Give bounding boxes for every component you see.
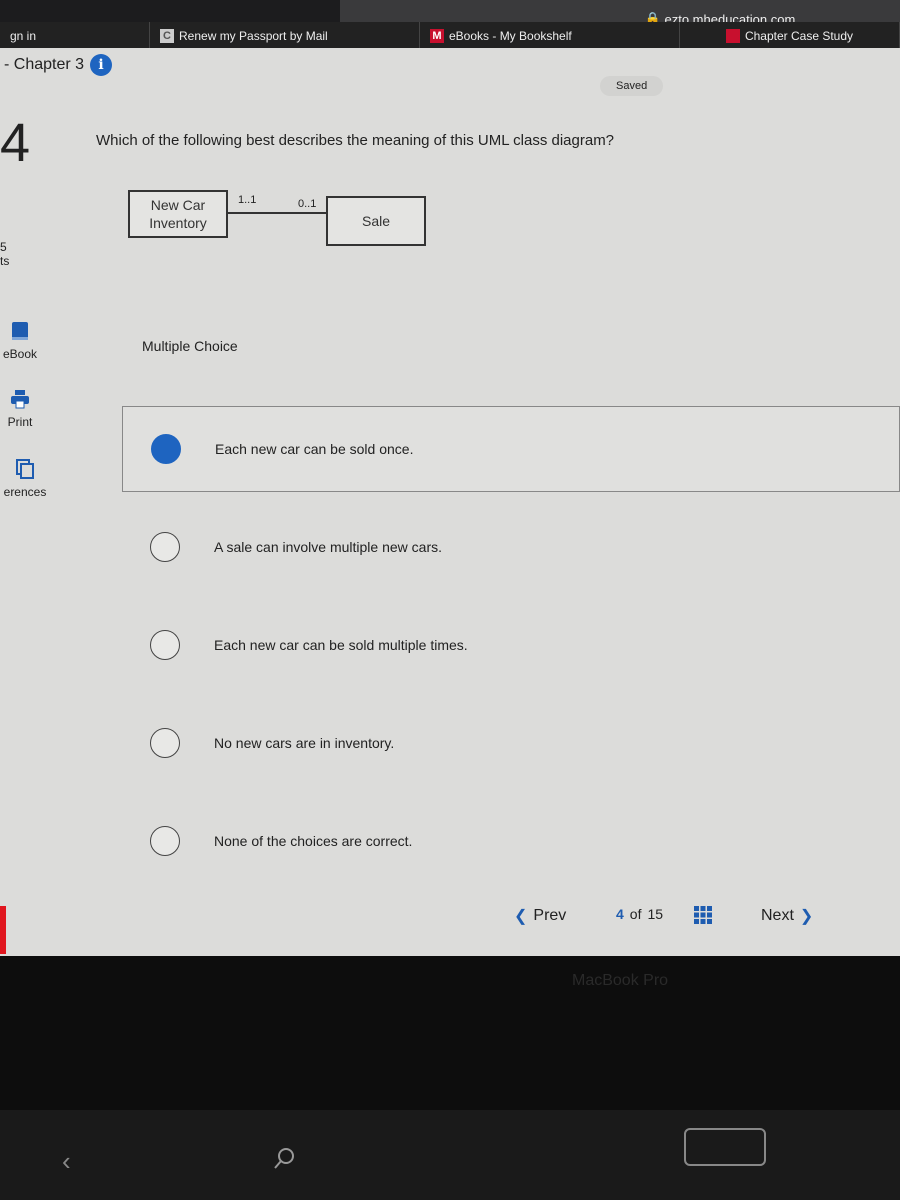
chapter-label: - Chapter 3 bbox=[4, 56, 85, 73]
association-line bbox=[228, 212, 328, 214]
bookmark-ebooks[interactable]: MeBooks - My Bookshelf bbox=[420, 22, 680, 50]
touchbar-back-icon[interactable]: ‹ bbox=[62, 1146, 71, 1177]
answer-option[interactable]: A sale can involve multiple new cars. bbox=[122, 504, 900, 590]
multiplicity-a: 1..1 bbox=[238, 194, 257, 206]
sidebar-item-label: eBook bbox=[2, 347, 38, 361]
sidebar-item-print[interactable]: Print bbox=[0, 388, 40, 429]
chevron-right-icon: ❯ bbox=[799, 908, 814, 925]
prev-button[interactable]: ❮ Prev bbox=[514, 906, 566, 926]
bookmarks-bar: gn in C Renew my Passport by Mail MeBooks… bbox=[0, 22, 900, 50]
option-label: Each new car can be sold multiple times. bbox=[214, 637, 468, 653]
radio-button[interactable] bbox=[150, 532, 180, 562]
multiplicity-b: 0..1 bbox=[298, 198, 317, 210]
of-label: of bbox=[629, 906, 642, 922]
bookmark-passport[interactable]: C Renew my Passport by Mail bbox=[150, 22, 420, 50]
answer-option[interactable]: None of the choices are correct. bbox=[122, 798, 900, 884]
uml-class-new-car-inventory: New Car Inventory bbox=[128, 190, 228, 238]
browser-chrome: 🔒 ezto.mheducation.com gn in C Renew my P… bbox=[0, 0, 900, 50]
next-button[interactable]: Next ❯ bbox=[761, 906, 813, 926]
points: 5 ts bbox=[0, 240, 9, 268]
option-label: None of the choices are correct. bbox=[214, 833, 413, 849]
radio-button[interactable] bbox=[150, 630, 180, 660]
bookmark-favicon-icon: M bbox=[430, 29, 444, 43]
current-question: 4 bbox=[616, 906, 624, 922]
question-type: Multiple Choice bbox=[142, 338, 238, 354]
grid-icon bbox=[694, 906, 712, 924]
bookmark-sign-in[interactable]: gn in bbox=[0, 22, 150, 50]
printer-icon bbox=[11, 390, 29, 409]
chevron-left-icon: ❮ bbox=[514, 908, 528, 925]
touchbar-search-icon[interactable] bbox=[272, 1146, 298, 1172]
points-value: 5 bbox=[0, 240, 7, 254]
answer-option[interactable]: Each new car can be sold multiple times. bbox=[122, 602, 900, 688]
book-icon bbox=[12, 322, 28, 340]
info-icon[interactable]: i bbox=[90, 54, 113, 76]
bookmark-case-study[interactable]: Chapter Case Study bbox=[680, 22, 900, 50]
sidebar-item-label: Print bbox=[7, 415, 33, 429]
bookmark-label: Renew my Passport by Mail bbox=[179, 29, 328, 43]
radio-button[interactable] bbox=[151, 434, 181, 464]
question-number: 4 bbox=[0, 113, 31, 173]
uml-class-sale: Sale bbox=[326, 196, 426, 246]
bookmark-label: gn in bbox=[10, 29, 37, 43]
touch-bar: ‹ bbox=[0, 1110, 900, 1200]
option-label: No new cars are in inventory. bbox=[214, 735, 395, 751]
mcgraw-hill-logo-icon bbox=[725, 29, 740, 43]
device-brand: MacBook Pro bbox=[572, 972, 669, 989]
option-label: Each new car can be sold once. bbox=[215, 441, 414, 457]
class-name-line: Inventory bbox=[149, 215, 207, 231]
chapter-title: - Chapter 3 i bbox=[4, 54, 113, 76]
answer-option[interactable]: No new cars are in inventory. bbox=[122, 700, 900, 786]
prev-label: Prev bbox=[533, 907, 567, 924]
touchbar-tab-thumbnail[interactable] bbox=[684, 1128, 766, 1166]
class-name-line: New Car bbox=[150, 197, 206, 213]
assignment-page: - Chapter 3 i Saved 4 5 ts eBook Print ere… bbox=[0, 48, 900, 956]
radio-button[interactable] bbox=[150, 826, 180, 856]
sidebar-item-label: erences bbox=[3, 485, 47, 499]
bookmark-label: eBooks - My Bookshelf bbox=[449, 29, 572, 43]
total-questions: 15 bbox=[647, 906, 664, 922]
option-label: A sale can involve multiple new cars. bbox=[214, 539, 442, 555]
question-text: Which of the following best describes th… bbox=[96, 132, 615, 149]
alert-marker bbox=[0, 906, 6, 954]
question-grid-button[interactable] bbox=[694, 906, 712, 924]
bookmark-label: Chapter Case Study bbox=[744, 29, 854, 43]
question-counter: 4 of 15 bbox=[616, 906, 663, 922]
next-label: Next bbox=[761, 907, 794, 924]
radio-button[interactable] bbox=[150, 728, 180, 758]
bookmark-favicon-icon: C bbox=[160, 29, 174, 43]
sidebar-item-ebook[interactable]: eBook bbox=[0, 320, 40, 361]
points-label: ts bbox=[0, 254, 10, 268]
answer-option[interactable]: Each new car can be sold once. bbox=[122, 406, 900, 492]
sidebar-item-references[interactable]: erences bbox=[0, 458, 50, 499]
references-icon bbox=[16, 459, 34, 479]
saved-status: Saved bbox=[600, 76, 664, 96]
